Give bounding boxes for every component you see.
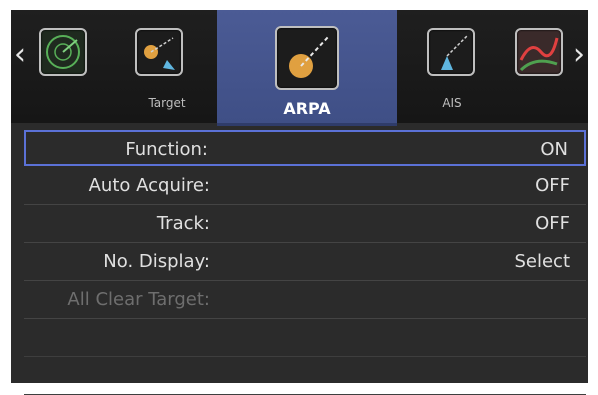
- setting-value: OFF: [535, 175, 570, 196]
- setting-row-track[interactable]: Track: OFF: [24, 206, 586, 243]
- tab-bar: ‹ Target ARPA AIS ›: [11, 10, 588, 126]
- setting-label: Track:: [156, 213, 210, 234]
- tab-label-arpa: ARPA: [283, 99, 331, 118]
- tab-arpa[interactable]: ARPA: [217, 10, 397, 126]
- ais-icon: [427, 28, 475, 76]
- setting-value: ON: [540, 139, 568, 160]
- arpa-settings-panel: ‹ Target ARPA AIS › Function: ON Auto Ac…: [11, 10, 588, 395]
- setting-row-all-clear-target: All Clear Target:: [24, 282, 586, 319]
- setting-value: Select: [514, 251, 570, 272]
- setting-row-no-display[interactable]: No. Display: Select: [24, 244, 586, 281]
- setting-label: Function:: [125, 139, 208, 160]
- setting-row-function[interactable]: Function: ON: [24, 130, 586, 166]
- radar-scope-icon: [39, 28, 87, 76]
- target-icon: [135, 28, 183, 76]
- setting-label: No. Display:: [103, 251, 210, 272]
- setting-label: All Clear Target:: [67, 289, 210, 310]
- tab-target[interactable]: Target: [117, 10, 217, 123]
- setting-value: OFF: [535, 213, 570, 234]
- tab-chart[interactable]: [507, 10, 567, 123]
- setting-row-auto-acquire[interactable]: Auto Acquire: OFF: [24, 168, 586, 205]
- prev-arrow-icon[interactable]: ‹: [11, 40, 29, 70]
- next-arrow-icon[interactable]: ›: [570, 40, 588, 70]
- arpa-icon: [275, 26, 339, 90]
- tab-radar[interactable]: [29, 10, 99, 123]
- chart-overlay-icon: [515, 28, 563, 76]
- setting-label: Auto Acquire:: [88, 175, 210, 196]
- tab-label-target: Target: [148, 96, 186, 110]
- tab-ais[interactable]: AIS: [397, 10, 507, 123]
- empty-row: [24, 320, 586, 357]
- empty-row: [24, 358, 586, 395]
- tab-label-ais: AIS: [442, 96, 462, 110]
